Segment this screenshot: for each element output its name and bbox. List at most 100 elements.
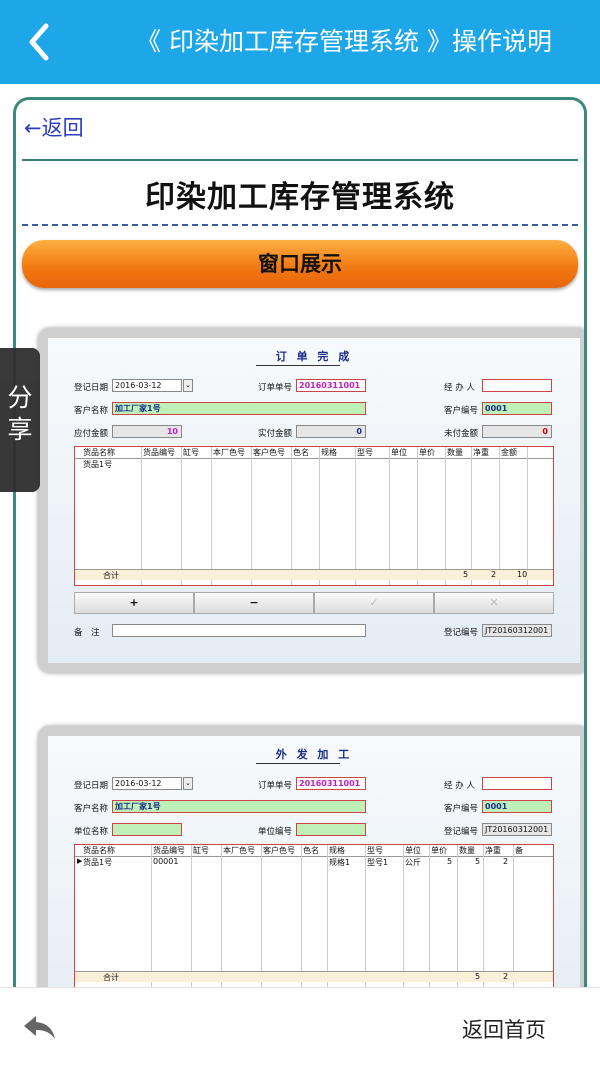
order-items-table[interactable]: 货品名称 货品编号 缸号 本厂色号 客户色号 色名 规格 型号 单位 单价 数量… — [74, 446, 554, 586]
handler-field[interactable] — [482, 379, 552, 392]
unit-name-field[interactable] — [112, 823, 182, 836]
col-header: 缸号 — [193, 846, 209, 855]
cell: 5 — [447, 857, 453, 866]
customer-value: 加工厂家1号 — [115, 404, 161, 413]
cell: 货品1号 — [83, 858, 113, 867]
reg-date-field[interactable]: 2016-03-12 ⌄ — [112, 379, 193, 392]
unpaid-label: 未付金额 — [444, 429, 479, 439]
col-header: 色名 — [303, 846, 319, 855]
cancel-button[interactable]: ✕ — [434, 592, 554, 614]
sum-weight: 2 — [491, 570, 497, 579]
due-value: 10 — [166, 427, 178, 436]
cell: 型号1 — [367, 858, 389, 867]
sum-label: 合计 — [103, 571, 119, 580]
unit-no-label: 单位编号 — [258, 827, 293, 837]
unit-no-field[interactable] — [296, 823, 366, 836]
col-header: 单位 — [391, 448, 407, 457]
confirm-button[interactable]: ✓ — [314, 592, 434, 614]
customer-no-value: 0001 — [485, 802, 508, 811]
content-card: ←返回 印染加工库存管理系统 窗口展示 订 单 完 成 登记日期 2016-03… — [13, 97, 587, 1017]
add-row-button[interactable]: + — [74, 592, 194, 614]
customer-value: 加工厂家1号 — [115, 802, 161, 811]
sum-weight: 2 — [503, 972, 509, 981]
table-row[interactable]: 货品1号 — [83, 459, 113, 470]
screenshot-outsource-processing: 外 发 加 工 登记日期 2016-03-12 ⌄ 订单单号 201603110… — [38, 726, 584, 1017]
col-header: 单位 — [405, 846, 421, 855]
chevron-down-icon[interactable]: ⌄ — [183, 379, 193, 392]
title-underline — [256, 365, 340, 366]
customer-label: 客户名称 — [74, 804, 109, 814]
col-header: 货品编号 — [153, 846, 185, 855]
reg-no-label: 登记编号 — [444, 827, 479, 837]
customer-no-field[interactable]: 0001 — [482, 402, 552, 415]
share-label: 享 — [7, 415, 33, 444]
handler-label: 经 办 人 — [444, 383, 475, 393]
customer-no-label: 客户编号 — [444, 406, 479, 416]
reply-arrow-icon[interactable] — [22, 1012, 58, 1042]
customer-field[interactable]: 加工厂家1号 — [112, 402, 366, 415]
col-header: 型号 — [367, 846, 383, 855]
col-header: 金额 — [501, 448, 517, 457]
outsource-window: 外 发 加 工 登记日期 2016-03-12 ⌄ 订单单号 201603110… — [48, 736, 580, 1017]
col-header: 本厂色号 — [213, 448, 245, 457]
sum-qty: 5 — [475, 972, 481, 981]
order-no-label: 订单单号 — [258, 781, 293, 791]
customer-no-label: 客户编号 — [444, 804, 479, 814]
col-header: 单价 — [431, 846, 447, 855]
return-link[interactable]: ←返回 — [24, 112, 84, 142]
top-bar: 《 印染加工库存管理系统 》操作说明 — [0, 0, 600, 84]
back-chevron-icon[interactable] — [22, 20, 62, 64]
table-header: 货品名称 货品编号 缸号 本厂色号 客户色号 色名 规格 型号 单位 单价 数量… — [75, 845, 553, 857]
col-header: 缸号 — [183, 448, 199, 457]
order-no-field[interactable]: 20160311001 — [296, 777, 366, 790]
col-header: 规格 — [321, 448, 337, 457]
note-label: 备 注 — [74, 628, 100, 638]
col-header: 数量 — [459, 846, 475, 855]
screenshot-order-complete: 订 单 完 成 登记日期 2016-03-12 ⌄ 订单单号 201603110… — [38, 328, 584, 673]
handler-field[interactable] — [482, 777, 552, 790]
order-no-value: 20160311001 — [299, 779, 361, 788]
table-header: 货品名称 货品编号 缸号 本厂色号 客户色号 色名 规格 型号 单位 单价 数量… — [75, 447, 553, 459]
reg-date-field[interactable]: 2016-03-12 ⌄ — [112, 777, 193, 790]
reg-date-label: 登记日期 — [74, 781, 109, 791]
table-row[interactable]: ▶ 货品1号 00001 规格1 型号1 公斤 5 5 2 — [75, 857, 553, 869]
col-header: 备 — [515, 846, 523, 855]
section-banner: 窗口展示 — [22, 240, 578, 288]
reg-no-value: JT20160312001 — [485, 825, 549, 834]
note-field[interactable] — [112, 624, 366, 637]
paid-label: 实付金额 — [258, 429, 293, 439]
due-field[interactable]: 10 — [112, 425, 182, 438]
order-complete-window: 订 单 完 成 登记日期 2016-03-12 ⌄ 订单单号 201603110… — [48, 338, 580, 663]
unpaid-value: 0 — [542, 427, 548, 436]
cell: 00001 — [153, 857, 179, 866]
reg-no-label: 登记编号 — [444, 628, 479, 638]
chevron-down-icon[interactable]: ⌄ — [183, 777, 193, 790]
remove-row-button[interactable]: − — [194, 592, 314, 614]
reg-no-field[interactable]: JT20160312001 — [482, 624, 552, 637]
table-sum-row: 合计 5 2 — [75, 971, 553, 982]
home-link[interactable]: 返回首页 — [462, 1014, 546, 1044]
col-header: 客户色号 — [263, 846, 295, 855]
customer-no-field[interactable]: 0001 — [482, 800, 552, 813]
share-button[interactable]: 分 享 — [0, 348, 40, 492]
window-title: 外 发 加 工 — [275, 748, 353, 761]
due-label: 应付金额 — [74, 429, 109, 439]
unpaid-field[interactable]: 0 — [482, 425, 552, 438]
customer-field[interactable]: 加工厂家1号 — [112, 800, 366, 813]
table-sum-row: 合计 5 2 10 — [75, 569, 553, 580]
bottom-bar: 返回首页 — [0, 987, 600, 1067]
reg-no-field[interactable]: JT20160312001 — [482, 823, 552, 836]
unit-name-label: 单位名称 — [74, 827, 109, 837]
paid-field[interactable]: 0 — [296, 425, 366, 438]
reg-date-label: 登记日期 — [74, 383, 109, 393]
system-title: 印染加工库存管理系统 — [145, 180, 455, 215]
order-no-field[interactable]: 20160311001 — [296, 379, 366, 392]
sum-qty: 5 — [463, 570, 469, 579]
sum-amount: 10 — [517, 570, 528, 579]
page-title: 《 印染加工库存管理系统 》操作说明 — [136, 27, 552, 56]
order-no-label: 订单单号 — [258, 383, 293, 393]
col-header: 型号 — [357, 448, 373, 457]
window-title: 订 单 完 成 — [275, 350, 353, 363]
divider — [22, 159, 578, 161]
handler-label: 经 办 人 — [444, 781, 475, 791]
